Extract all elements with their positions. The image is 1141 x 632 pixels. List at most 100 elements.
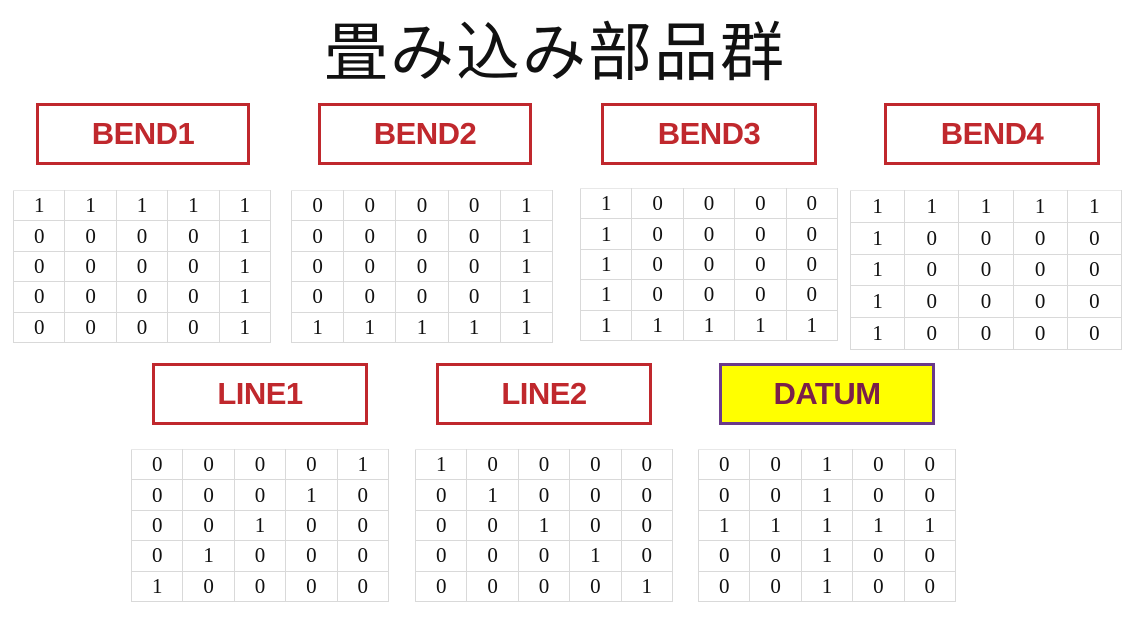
matrix-row: 00001: [290, 250, 554, 283]
matrix-cell: 1: [849, 285, 906, 319]
matrix-cell: 0: [233, 479, 287, 511]
matrix-cell: 0: [682, 279, 736, 311]
matrix-cell: 1: [395, 311, 449, 344]
matrix-cell: 0: [167, 281, 220, 313]
matrix-cell: 0: [130, 479, 184, 511]
matrix-bend4: 1111110000100001000010000: [849, 190, 1123, 350]
matrix-cell: 1: [285, 479, 338, 511]
matrix-cell: 0: [785, 279, 839, 311]
matrix-row: 00001: [290, 281, 554, 313]
matrix-cell: 0: [167, 250, 220, 283]
matrix-cell: 0: [697, 540, 751, 572]
matrix-cell: 1: [958, 190, 1014, 223]
matrix-row: 00100: [697, 448, 957, 481]
matrix-cell: 1: [499, 281, 554, 313]
matrix-cell: 0: [1012, 317, 1068, 350]
matrix-cell: 0: [336, 570, 390, 603]
matrix-cell: 0: [904, 285, 960, 319]
matrix-cell: 0: [12, 311, 66, 344]
matrix-line1: 0000100010001000100010000: [130, 448, 390, 603]
matrix-cell: 0: [414, 570, 468, 603]
matrix-cell: 0: [130, 540, 184, 572]
matrix-cell: 0: [167, 220, 220, 252]
matrix-cell: 1: [290, 311, 345, 344]
matrix-row: 00100: [414, 509, 674, 542]
matrix-cell: 0: [1066, 317, 1123, 350]
matrix-cell: 1: [800, 540, 854, 572]
matrix-cell: 1: [218, 281, 272, 313]
matrix-datum: 0010000100111110010000100: [697, 448, 957, 603]
matrix-cell: 0: [447, 189, 501, 222]
label-line2: LINE2: [436, 363, 652, 425]
matrix-row: 11111: [290, 311, 554, 344]
matrix-cell: 0: [64, 250, 117, 283]
matrix-cell: 0: [285, 540, 338, 572]
matrix-cell: 1: [579, 218, 633, 250]
matrix-cell: 0: [343, 220, 397, 252]
matrix-cell: 1: [800, 509, 854, 542]
matrix-cell: 0: [852, 479, 905, 511]
matrix-row: 10000: [414, 448, 674, 481]
matrix-cell: 0: [290, 250, 345, 283]
matrix-cell: 0: [447, 250, 501, 283]
matrix-row: 10000: [849, 221, 1123, 255]
matrix-cell: 0: [343, 189, 397, 222]
matrix-row: 10000: [130, 570, 390, 603]
matrix-cell: 0: [569, 479, 622, 511]
matrix-cell: 0: [414, 509, 468, 542]
matrix-cell: 0: [958, 285, 1014, 319]
matrix-row: 00001: [290, 189, 554, 222]
matrix-cell: 0: [115, 220, 169, 252]
matrix-cell: 0: [447, 220, 501, 252]
matrix-row: 11111: [12, 189, 272, 222]
matrix-cell: 0: [620, 448, 674, 481]
matrix-cell: 1: [569, 540, 622, 572]
matrix-cell: 1: [631, 309, 684, 342]
matrix-cell: 0: [749, 479, 802, 511]
matrix-cell: 0: [182, 448, 235, 481]
matrix-cell: 0: [336, 540, 390, 572]
matrix-cell: 0: [1066, 285, 1123, 319]
matrix-cell: 1: [903, 509, 957, 542]
matrix-cell: 1: [343, 311, 397, 344]
matrix-cell: 1: [167, 189, 220, 222]
matrix-cell: 1: [233, 509, 287, 542]
matrix-row: 10000: [849, 285, 1123, 319]
matrix-cell: 0: [395, 189, 449, 222]
matrix-cell: 0: [734, 187, 787, 220]
matrix-cell: 0: [64, 220, 117, 252]
matrix-cell: 1: [579, 248, 633, 281]
matrix-cell: 1: [447, 311, 501, 344]
matrix-cell: 1: [579, 279, 633, 311]
matrix-row: 01000: [414, 479, 674, 511]
matrix-cell: 0: [290, 281, 345, 313]
matrix-row: 10000: [579, 218, 839, 250]
matrix-cell: 1: [849, 190, 906, 223]
matrix-cell: 1: [800, 570, 854, 603]
matrix-cell: 1: [1066, 190, 1123, 223]
matrix-cell: 0: [631, 187, 684, 220]
matrix-cell: 1: [218, 311, 272, 344]
matrix-cell: 0: [182, 570, 235, 603]
matrix-cell: 0: [466, 448, 519, 481]
matrix-cell: 0: [336, 479, 390, 511]
page-title: 畳み込み部品群: [324, 17, 786, 91]
matrix-cell: 0: [903, 540, 957, 572]
matrix-cell: 0: [1066, 253, 1123, 287]
matrix-cell: 1: [336, 448, 390, 481]
matrix-cell: 1: [697, 509, 751, 542]
matrix-row: 11111: [849, 190, 1123, 223]
matrix-cell: 0: [233, 570, 287, 603]
matrix-cell: 0: [749, 570, 802, 603]
matrix-row: 00001: [414, 570, 674, 603]
matrix-cell: 0: [414, 540, 468, 572]
matrix-cell: 0: [447, 281, 501, 313]
matrix-cell: 0: [167, 311, 220, 344]
matrix-cell: 0: [466, 570, 519, 603]
matrix-cell: 0: [12, 250, 66, 283]
matrix-cell: 0: [958, 317, 1014, 350]
matrix-cell: 1: [849, 253, 906, 287]
matrix-cell: 0: [285, 448, 338, 481]
matrix-cell: 0: [734, 279, 787, 311]
matrix-cell: 0: [115, 281, 169, 313]
